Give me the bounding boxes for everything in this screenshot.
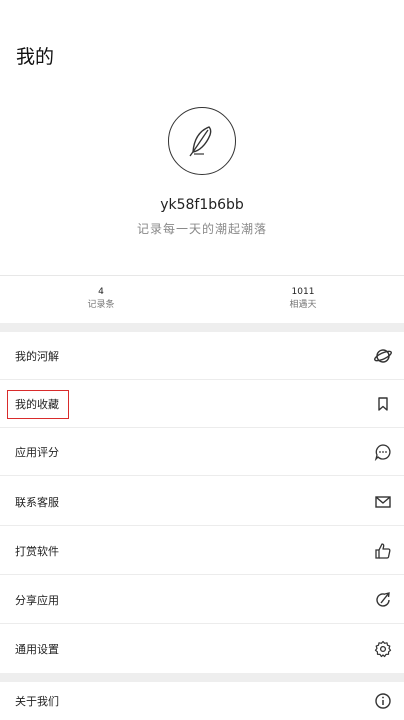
menu-item-tip-app[interactable]: 打赏软件 — [0, 527, 404, 575]
menu-item-label: 打赏软件 — [15, 544, 59, 558]
menu-item-label: 关于我们 — [15, 695, 59, 708]
menu-item-share-app[interactable]: 分享应用 — [0, 576, 404, 624]
stat-label: 记录条 — [87, 300, 115, 310]
stat-days[interactable]: 1011 相遇天 — [202, 286, 404, 312]
mail-icon — [374, 493, 392, 511]
menu-item-label: 应用评分 — [15, 445, 59, 459]
bookmark-icon — [374, 395, 392, 413]
share-icon — [374, 591, 392, 609]
info-icon — [374, 692, 392, 710]
tagline: 记录每一天的潮起潮落 — [136, 222, 267, 236]
section-divider — [0, 323, 404, 332]
menu-item-rate-app[interactable]: 应用评分 — [0, 428, 404, 476]
menu-item-label: 分享应用 — [15, 593, 59, 607]
stat-records[interactable]: 4 记录条 — [0, 286, 202, 312]
menu-item-contact-support[interactable]: 联系客服 — [0, 478, 404, 526]
divider — [0, 275, 404, 276]
page-title: 我的 — [16, 46, 55, 68]
feather-icon — [189, 126, 212, 157]
highlight-box — [7, 390, 69, 419]
thumbs-up-icon — [374, 542, 392, 560]
stat-value: 1011 — [291, 287, 315, 297]
planet-icon — [374, 347, 392, 365]
menu-item-about-us[interactable]: 关于我们 — [0, 682, 404, 720]
menu-item-label: 通用设置 — [15, 643, 59, 656]
stat-label: 相遇天 — [289, 300, 317, 310]
stat-value: 4 — [98, 287, 104, 297]
username: yk58f1b6bb — [160, 197, 244, 213]
gear-icon — [374, 640, 392, 658]
menu-item-label: 联系客服 — [15, 495, 59, 509]
chat-bubble-icon — [374, 443, 392, 461]
menu-item-label: 我的河解 — [15, 349, 59, 363]
menu-item-my-river[interactable]: 我的河解 — [0, 332, 404, 380]
menu-item-settings[interactable]: 通用设置 — [0, 625, 404, 673]
avatar[interactable] — [168, 107, 236, 175]
section-divider — [0, 673, 404, 682]
